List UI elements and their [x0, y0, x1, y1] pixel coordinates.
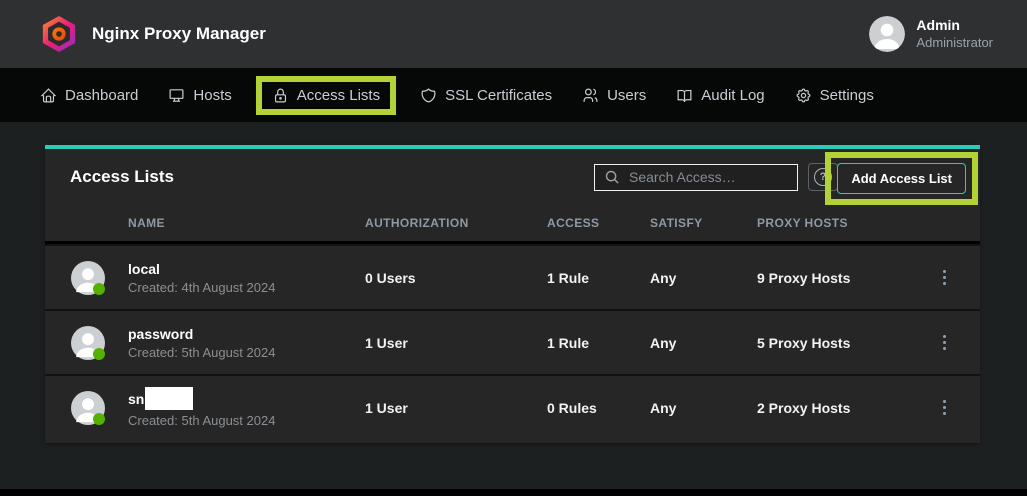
table-header: NAME AUTHORIZATION ACCESS SATISFY PROXY … [45, 205, 980, 241]
access-cell: 0 Rules [547, 400, 650, 416]
app-title: Nginx Proxy Manager [92, 24, 266, 44]
proxy-hosts-cell: 5 Proxy Hosts [757, 335, 932, 351]
column-header-authorization: AUTHORIZATION [365, 216, 547, 230]
proxy-hosts-cell: 9 Proxy Hosts [757, 270, 932, 286]
nav-item-access-lists[interactable]: Access Lists [272, 87, 380, 104]
search-icon [604, 169, 621, 186]
lock-icon [272, 87, 289, 104]
name-cell: password Created: 5th August 2024 [128, 326, 365, 360]
user-role: Administrator [916, 35, 993, 51]
nav-item-audit-log[interactable]: Audit Log [676, 87, 764, 104]
authorization-cell: 1 User [365, 335, 547, 351]
column-header-proxy-hosts: PROXY HOSTS [757, 216, 932, 230]
status-dot [93, 283, 105, 295]
shield-icon [420, 87, 437, 104]
column-header-access: ACCESS [547, 216, 650, 230]
row-avatar-cell [45, 391, 128, 425]
status-dot [93, 348, 105, 360]
created-date: Created: 4th August 2024 [128, 280, 365, 295]
nav-label: Users [607, 87, 646, 104]
panel-header: Access Lists ? Add Access List [45, 149, 980, 205]
authorization-cell: 1 User [365, 400, 547, 416]
npm-logo-icon [40, 15, 78, 53]
nav-label: Access Lists [297, 87, 380, 104]
name-cell: local Created: 4th August 2024 [128, 261, 365, 295]
users-icon [582, 87, 599, 104]
authorization-cell: 0 Users [365, 270, 547, 286]
add-access-list-button[interactable]: Add Access List [837, 163, 966, 194]
satisfy-cell: Any [650, 335, 757, 351]
highlight-box-add-access-list: Add Access List [825, 152, 978, 205]
redaction-box [145, 387, 193, 410]
main-nav: Dashboard Hosts Access Lists SSL Certifi… [0, 68, 1027, 122]
access-list-name: local [128, 261, 365, 277]
user-avatar [869, 16, 905, 52]
access-cell: 1 Rule [547, 335, 650, 351]
nav-label: Hosts [193, 87, 231, 104]
satisfy-cell: Any [650, 270, 757, 286]
row-menu-kebab-icon[interactable] [932, 394, 956, 422]
row-menu-kebab-icon[interactable] [932, 264, 956, 292]
nav-item-dashboard[interactable]: Dashboard [40, 87, 138, 104]
highlight-box-access-lists: Access Lists [256, 76, 396, 115]
search-box [594, 164, 798, 191]
row-menu-kebab-icon[interactable] [932, 329, 956, 357]
book-icon [676, 87, 693, 104]
created-date: Created: 5th August 2024 [128, 345, 365, 360]
created-date: Created: 5th August 2024 [128, 413, 365, 428]
row-avatar-cell [45, 261, 128, 295]
row-avatar-cell [45, 326, 128, 360]
table-row: password Created: 5th August 2024 1 User… [45, 309, 980, 374]
nav-label: Dashboard [65, 87, 138, 104]
name-cell: sn Created: 5th August 2024 [128, 387, 365, 428]
table-row: local Created: 4th August 2024 0 Users 1… [45, 244, 980, 309]
access-list-name: password [128, 326, 365, 342]
nav-item-ssl-certificates[interactable]: SSL Certificates [420, 87, 552, 104]
user-menu[interactable]: Admin Administrator [869, 16, 993, 52]
home-icon [40, 87, 57, 104]
table-row: sn Created: 5th August 2024 1 User 0 Rul… [45, 374, 980, 439]
nav-label: Settings [820, 87, 874, 104]
column-header-name: NAME [128, 216, 365, 230]
access-lists-panel: Access Lists ? Add Access List NAME AUTH… [45, 145, 980, 443]
user-name: Admin [916, 17, 993, 35]
app-header: Nginx Proxy Manager Admin Administrator [0, 0, 1027, 68]
nav-item-hosts[interactable]: Hosts [168, 87, 231, 104]
nav-item-settings[interactable]: Settings [795, 87, 874, 104]
status-dot [93, 413, 105, 425]
page-title: Access Lists [70, 167, 174, 187]
access-list-name: sn [128, 391, 144, 407]
search-input[interactable] [594, 164, 798, 191]
nav-item-users[interactable]: Users [582, 87, 646, 104]
proxy-hosts-cell: 2 Proxy Hosts [757, 400, 932, 416]
monitor-icon [168, 87, 185, 104]
satisfy-cell: Any [650, 400, 757, 416]
nav-label: Audit Log [701, 87, 764, 104]
gear-icon [795, 87, 812, 104]
bottom-black-strip [0, 489, 1027, 496]
column-header-satisfy: SATISFY [650, 216, 757, 230]
nav-label: SSL Certificates [445, 87, 552, 104]
access-cell: 1 Rule [547, 270, 650, 286]
